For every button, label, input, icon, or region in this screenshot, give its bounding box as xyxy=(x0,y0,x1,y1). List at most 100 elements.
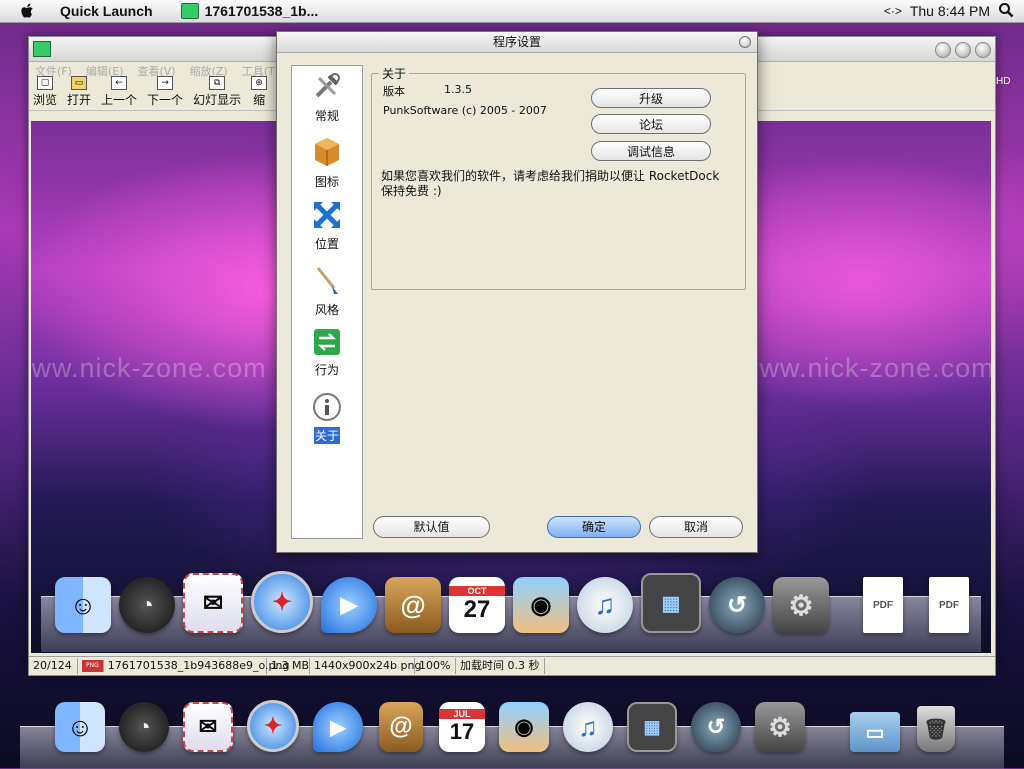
arrow-left-icon: ← xyxy=(111,76,128,90)
safari-icon[interactable]: ✦ xyxy=(251,571,313,633)
ical-month: OCT xyxy=(449,586,505,596)
sidebar-item-icons[interactable]: 图标 xyxy=(292,134,362,190)
next-button[interactable]: → 下一个 xyxy=(147,76,183,110)
ical-month: JUL xyxy=(439,709,485,719)
browse-icon: ▢ xyxy=(37,76,53,90)
minimize-button[interactable] xyxy=(935,42,951,58)
thumbnail-label: 缩 xyxy=(253,93,266,107)
safari-icon[interactable]: ✦ xyxy=(247,700,299,752)
status-filename: PNG 1761701538_1b943688e9_o.png xyxy=(78,658,289,674)
arrow-right-icon: → xyxy=(157,76,174,90)
settings-sidebar: 常规 图标 位置 风格 行为 关于 xyxy=(291,65,363,539)
finder-icon[interactable]: ☺ xyxy=(55,702,105,752)
dashboard-icon[interactable]: ◔ xyxy=(119,577,175,633)
box-icon xyxy=(311,134,343,171)
png-file-icon: PNG xyxy=(82,660,104,672)
status-bar: 20/124 PNG 1761701538_1b943688e9_o.png 1… xyxy=(29,656,995,675)
close-button[interactable] xyxy=(975,42,991,58)
watermark-right: www.nick-zone.com xyxy=(739,353,991,383)
address-book-icon[interactable]: @ xyxy=(385,577,441,633)
sidebar-label: 位置 xyxy=(314,237,339,251)
settings-dialog: 程序设置 常规 图标 位置 风格 行为 关于 关于 版本 1.3.5 PunkS… xyxy=(276,31,758,553)
time-machine-icon[interactable]: ↺ xyxy=(709,577,765,633)
dialog-titlebar[interactable]: 程序设置 xyxy=(277,32,757,53)
spotlight-search-icon[interactable] xyxy=(998,2,1014,21)
ok-button[interactable]: 确定 xyxy=(547,516,641,538)
sidebar-item-general[interactable]: 常规 xyxy=(292,70,362,124)
sidebar-label: 图标 xyxy=(314,175,339,189)
dialog-close-button[interactable] xyxy=(739,36,751,48)
version-value: 1.3.5 xyxy=(444,83,472,96)
sidebar-item-about[interactable]: 关于 xyxy=(292,392,362,444)
version-label: 版本 xyxy=(383,85,405,98)
browse-label: 浏览 xyxy=(33,93,58,107)
ical-day: 27 xyxy=(463,596,491,623)
itunes-icon[interactable]: ♫ xyxy=(563,702,613,752)
ical-icon[interactable]: OCT 27 xyxy=(449,577,505,633)
info-icon xyxy=(312,392,342,425)
trash-icon[interactable]: 🗑 xyxy=(917,706,955,752)
cancel-button[interactable]: 取消 xyxy=(649,516,743,538)
folder-open-icon: ▭ xyxy=(71,76,88,90)
folder-icon[interactable]: ▭ xyxy=(850,712,900,752)
sidebar-item-style[interactable]: 风格 xyxy=(292,264,362,318)
open-button[interactable]: ▭ 打开 xyxy=(67,76,91,110)
upgrade-button[interactable]: 升级 xyxy=(591,88,711,108)
finder-icon[interactable]: ☺ xyxy=(55,577,111,633)
tools-icon xyxy=(311,70,343,105)
mail-icon[interactable]: ✉ xyxy=(183,702,233,752)
forum-button[interactable]: 论坛 xyxy=(591,114,711,134)
dialog-title: 程序设置 xyxy=(492,35,541,49)
dashboard-icon[interactable]: ◔ xyxy=(119,702,169,752)
viewer-app-icon xyxy=(33,41,51,57)
app-icon xyxy=(180,3,199,19)
ichat-icon[interactable]: ▶ xyxy=(321,577,377,633)
sidebar-item-behavior[interactable]: 行为 xyxy=(292,328,362,378)
iphoto-icon[interactable]: ◉ xyxy=(499,702,549,752)
spaces-icon[interactable]: ▦ xyxy=(641,573,701,633)
menubar-clock[interactable]: Thu 8:44 PM xyxy=(910,3,990,19)
previous-button[interactable]: ← 上一个 xyxy=(101,76,137,110)
menu-bar: Quick Launch 1761701538_1b... <·> Thu 8:… xyxy=(0,0,1024,23)
iphoto-icon[interactable]: ◉ xyxy=(513,577,569,633)
swap-arrows-icon xyxy=(313,328,341,359)
status-dimensions: 1440x900x24b png xyxy=(310,658,421,674)
thumbnail-button[interactable]: ⊕ 缩 xyxy=(251,76,268,110)
debug-info-button[interactable]: 调试信息 xyxy=(591,141,711,161)
zoom-icon: ⊕ xyxy=(251,76,268,90)
status-zoom: 100% xyxy=(415,658,456,674)
ical-day: 17 xyxy=(449,719,475,744)
status-position: 20/124 xyxy=(29,658,78,674)
mail-icon[interactable]: ✉ xyxy=(183,573,243,633)
ical-icon[interactable]: JUL 17 xyxy=(439,702,485,752)
pdf-icon[interactable]: PDF xyxy=(863,577,903,633)
desktop-dock: ☺ ◔ ✉ ✦ ▶ @ JUL 17 ◉ ♫ ▦ ↺ ⚙ ▭ 🗑 xyxy=(48,700,965,752)
itunes-icon[interactable]: ♫ xyxy=(577,577,633,633)
sidebar-item-position[interactable]: 位置 xyxy=(292,200,362,252)
quick-launch-menu[interactable]: Quick Launch xyxy=(60,3,153,19)
ichat-icon[interactable]: ▶ xyxy=(313,702,363,752)
sync-icon[interactable]: <·> xyxy=(884,4,902,18)
watermark-left: www.nick-zone.com xyxy=(31,353,267,383)
slideshow-icon: ⧉ xyxy=(209,76,226,90)
status-filesize: 1.3 MB xyxy=(267,658,310,674)
brush-icon xyxy=(312,264,342,299)
sidebar-label: 常规 xyxy=(314,109,339,123)
active-app-title[interactable]: 1761701538_1b... xyxy=(205,3,319,19)
time-machine-icon[interactable]: ↺ xyxy=(691,702,741,752)
system-preferences-icon[interactable]: ⚙ xyxy=(773,577,829,633)
slideshow-label: 幻灯显示 xyxy=(193,93,242,107)
browse-button[interactable]: ▢ 浏览 xyxy=(33,76,57,110)
sidebar-label: 风格 xyxy=(314,303,339,317)
spaces-icon[interactable]: ▦ xyxy=(627,702,677,752)
apple-icon[interactable] xyxy=(18,3,38,19)
defaults-button[interactable]: 默认值 xyxy=(373,516,490,538)
system-preferences-icon[interactable]: ⚙ xyxy=(755,702,805,752)
previous-label: 上一个 xyxy=(101,93,138,107)
pdf-icon[interactable]: PDF xyxy=(929,577,969,633)
arrows-icon xyxy=(312,200,342,233)
address-book-icon[interactable]: @ xyxy=(379,702,423,752)
slideshow-button[interactable]: ⧉ 幻灯显示 xyxy=(193,76,241,110)
zoom-button[interactable] xyxy=(955,42,971,58)
next-label: 下一个 xyxy=(147,93,184,107)
